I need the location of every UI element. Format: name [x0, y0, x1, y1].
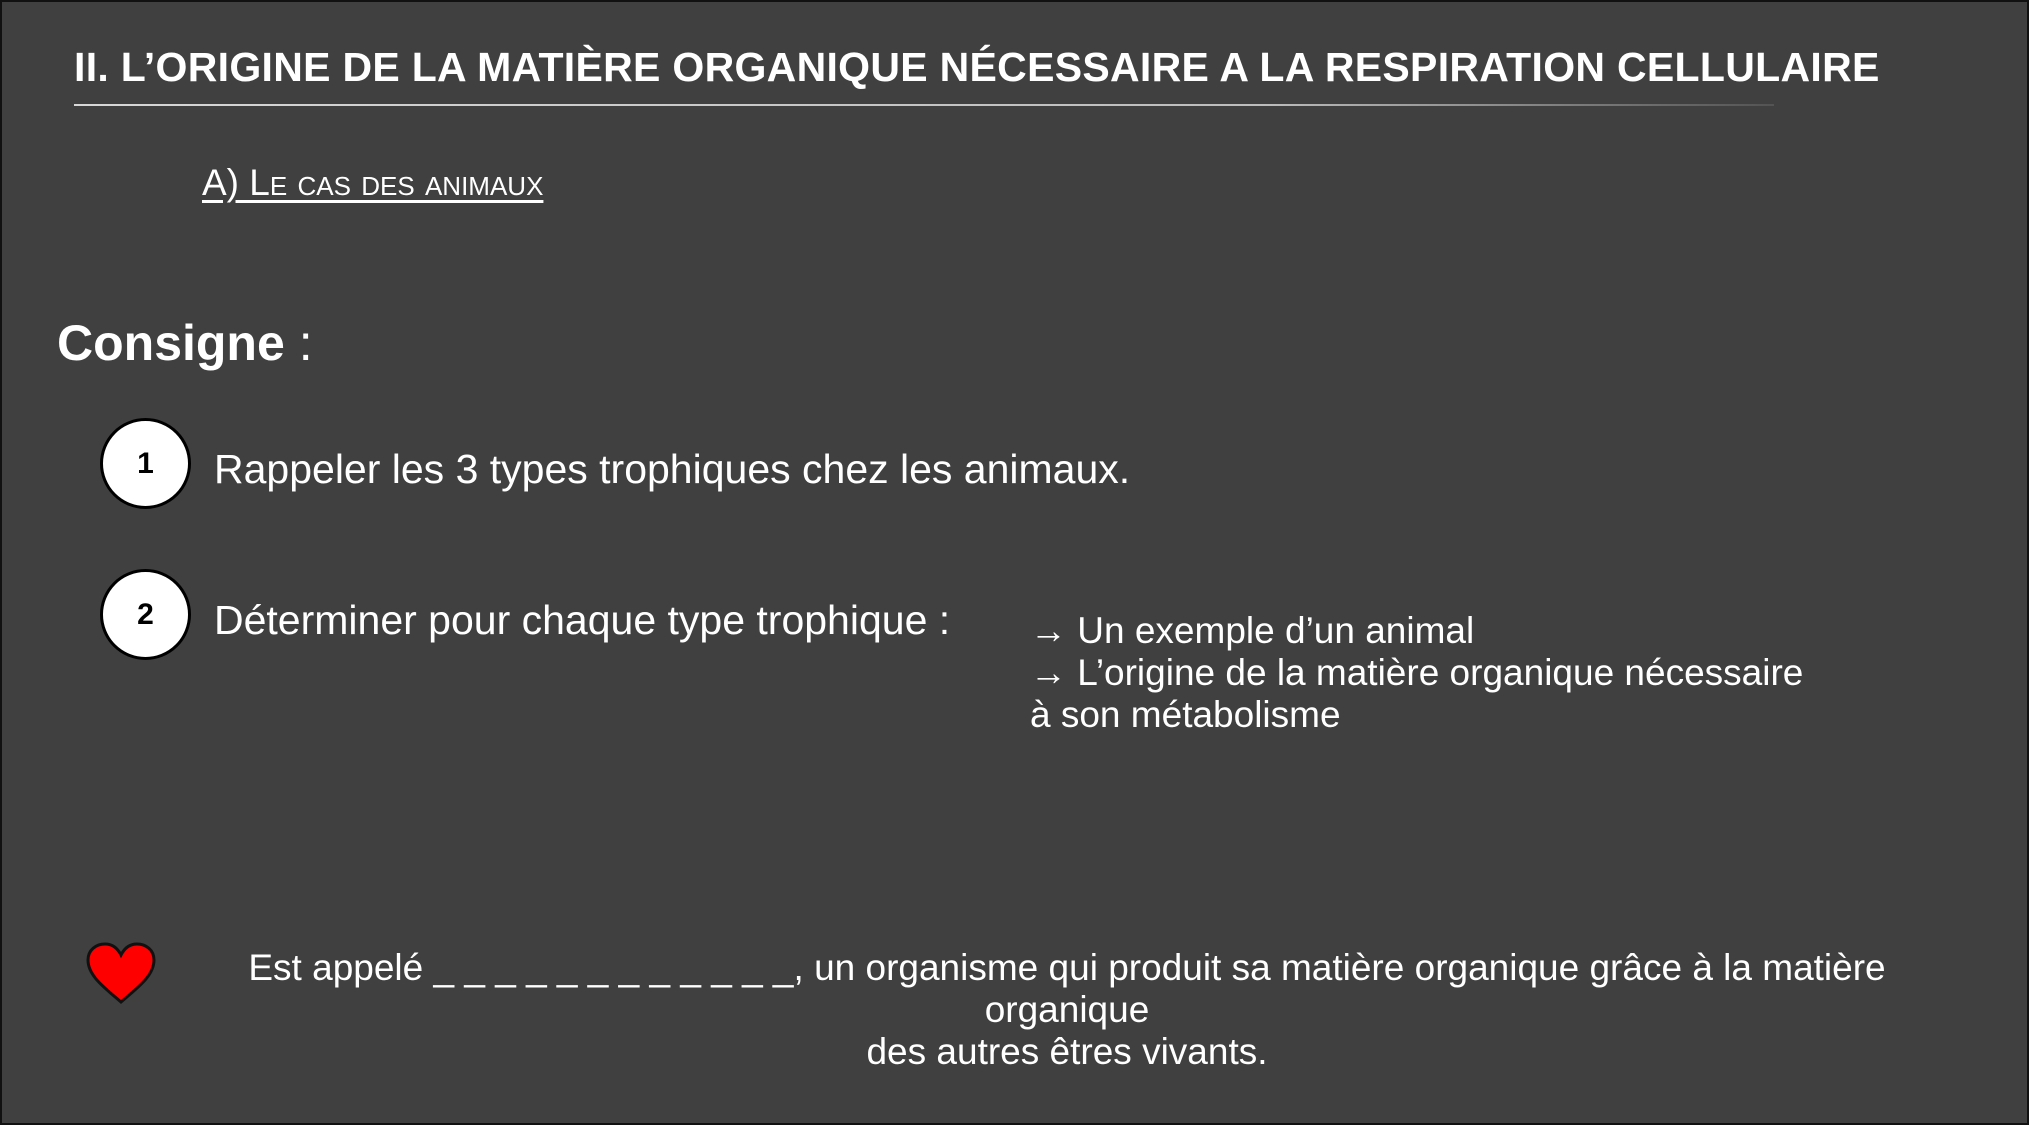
heart-icon: [86, 942, 156, 1004]
title-divider: [74, 104, 1774, 106]
step-2-badge: 2: [100, 569, 191, 660]
detail-organic-origin-cont: à son métabolisme: [1030, 694, 1341, 735]
step-2-text: Déterminer pour chaque type trophique :: [214, 597, 951, 643]
consigne-label: Consigne: [57, 315, 285, 371]
definition-line-2: des autres êtres vivants.: [866, 1031, 1268, 1072]
detail-example-animal: → Un exemple d’un animal: [1030, 610, 1475, 651]
definition-line-1: Est appelé _ _ _ _ _ _ _ _ _ _ _ _, un o…: [248, 947, 1886, 1030]
consigne-colon: :: [284, 315, 313, 371]
slide-title: II. L’ORIGINE DE LA MATIÈRE ORGANIQUE NÉ…: [74, 44, 1880, 90]
detail-organic-origin: → L’origine de la matière organique néce…: [1030, 652, 1804, 693]
step-1-badge: 1: [100, 418, 191, 509]
step-1-text: Rappeler les 3 types trophiques chez les…: [214, 446, 1131, 492]
section-subtitle: A) Le cas des animaux: [202, 162, 544, 203]
step-2-details: → Un exemple d’un animal → L’origine de …: [1030, 610, 1803, 736]
consigne-heading: Consigne :: [57, 314, 313, 372]
definition-text: Est appelé _ _ _ _ _ _ _ _ _ _ _ _, un o…: [167, 947, 1967, 1073]
slide: II. L’ORIGINE DE LA MATIÈRE ORGANIQUE NÉ…: [0, 0, 2029, 1125]
